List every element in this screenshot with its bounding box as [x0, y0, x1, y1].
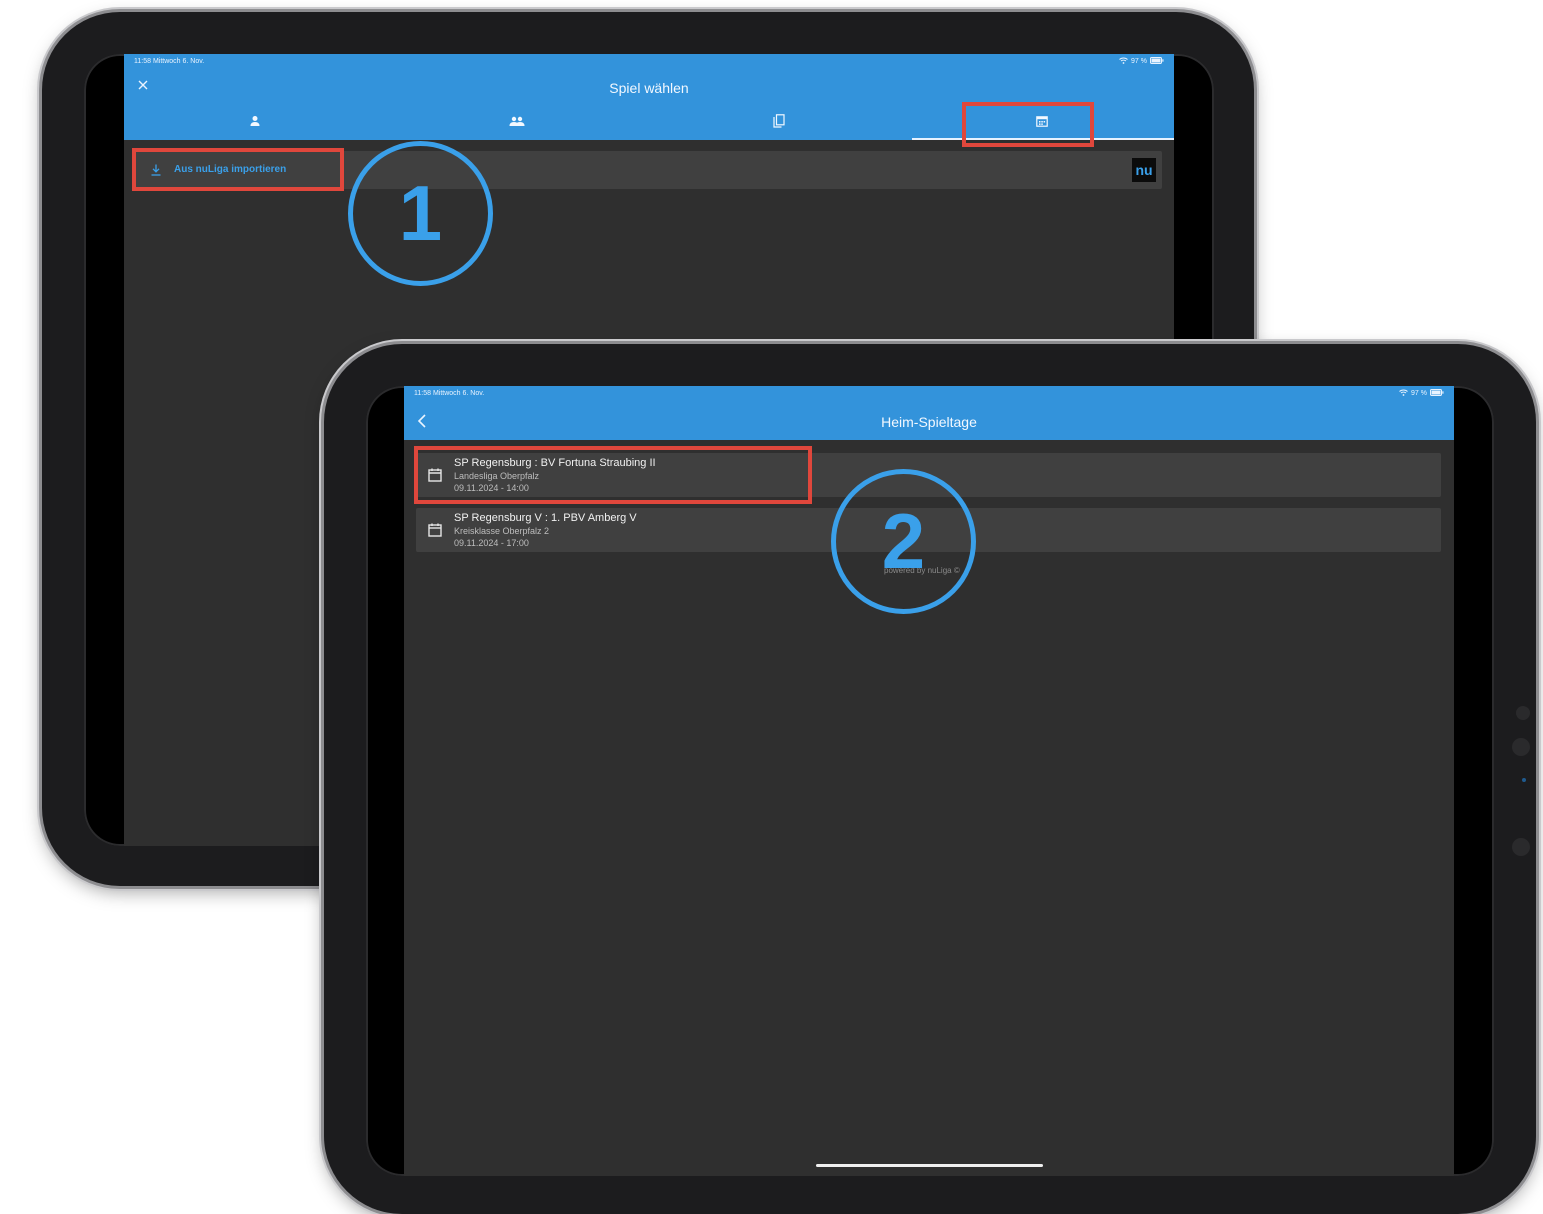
page-title-step1: Spiel wählen [609, 80, 689, 96]
wifi-icon [1399, 389, 1408, 398]
battery-percent: 97 % [1411, 390, 1427, 397]
person-icon [250, 116, 260, 126]
camera-dot [1522, 778, 1526, 782]
highlight-match-row [414, 446, 812, 504]
camera-dot [1512, 838, 1530, 856]
tab-person[interactable] [124, 104, 386, 138]
match-datetime: 09.11.2024 - 17:00 [454, 538, 529, 548]
status-indicators: 97 % [1119, 57, 1164, 66]
status-time: 11:58 Mittwoch 6. Nov. [134, 58, 205, 65]
home-indicator [816, 1164, 1043, 1167]
battery-percent: 97 % [1131, 58, 1147, 65]
highlight-import-button [132, 148, 344, 191]
match-league: Kreisklasse Oberpfalz 2 [454, 526, 550, 536]
highlight-calendar-tab [962, 102, 1094, 147]
camera-dot [1516, 706, 1530, 720]
camera-dot [1512, 738, 1530, 756]
battery-icon [1430, 389, 1444, 398]
app-bar-step2: 11:58 Mittwoch 6. Nov. 97 % Heim-Spielta… [404, 386, 1454, 440]
status-indicators: 97 % [1399, 389, 1444, 398]
nuliga-logo: nu [1132, 158, 1156, 182]
tab-group[interactable] [386, 104, 648, 138]
page-title-step2: Heim-Spieltage [881, 414, 977, 430]
wifi-icon [1119, 57, 1128, 66]
calendar-icon [428, 523, 442, 542]
battery-icon [1150, 57, 1164, 66]
copy-icon [773, 114, 785, 128]
step-marker-1: 1 [348, 141, 493, 286]
status-time: 11:58 Mittwoch 6. Nov. [414, 390, 485, 397]
match-title: SP Regensburg V : 1. PBV Amberg V [454, 512, 637, 524]
group-icon [509, 116, 525, 126]
tab-copy[interactable] [648, 104, 910, 138]
step-marker-2: 2 [831, 469, 976, 614]
